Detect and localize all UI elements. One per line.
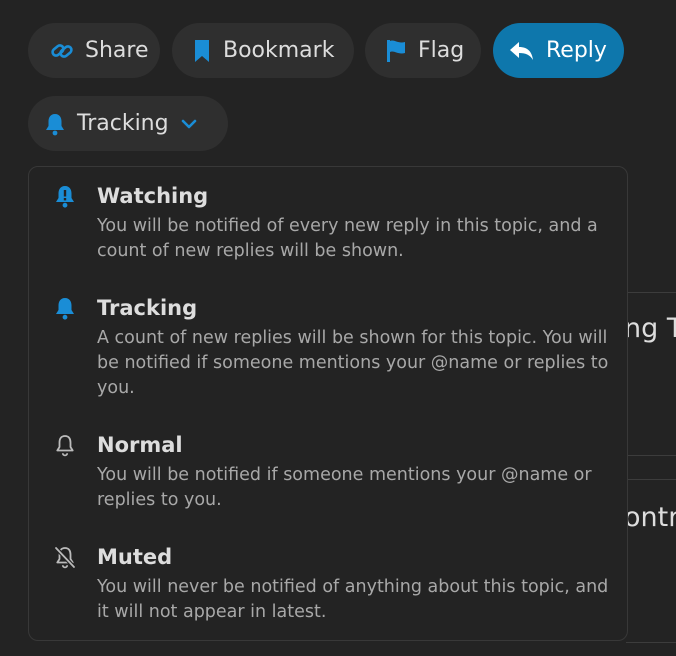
flag-button[interactable]: Flag — [365, 23, 481, 78]
option-description: You will be notified if someone mentions… — [97, 465, 592, 510]
notification-level-label: Tracking — [77, 111, 169, 136]
bell-exclamation-icon — [56, 186, 74, 208]
option-title: Watching — [97, 184, 209, 208]
bookmark-icon — [195, 39, 209, 62]
option-description: You will never be notified of anything a… — [97, 577, 609, 622]
option-title: Normal — [97, 433, 183, 457]
link-icon — [51, 43, 73, 58]
divider — [626, 479, 676, 480]
divider — [626, 292, 676, 293]
reply-icon — [510, 41, 533, 60]
divider — [626, 642, 676, 643]
menu-option-tracking[interactable]: Tracking A count of new replies will be … — [29, 279, 627, 417]
share-label: Share — [85, 38, 149, 63]
background-topic-title: ng T — [624, 313, 676, 344]
menu-option-normal[interactable]: Normal You will be notified if someone m… — [29, 416, 627, 528]
flag-icon — [387, 39, 405, 62]
option-title: Tracking — [97, 296, 198, 320]
flag-label: Flag — [418, 38, 465, 63]
bookmark-button[interactable]: Bookmark — [172, 23, 354, 78]
bell-outline-icon — [56, 435, 74, 457]
option-title: Muted — [97, 545, 173, 569]
share-button[interactable]: Share — [28, 23, 160, 78]
option-description: A count of new replies will be shown for… — [97, 328, 609, 398]
notification-level-menu: Watching You will be notified of every n… — [28, 166, 628, 641]
reply-label: Reply — [546, 38, 607, 63]
background-topic-text: ontr — [624, 502, 676, 533]
reply-button[interactable]: Reply — [493, 23, 624, 78]
option-description: You will be notified of every new reply … — [97, 216, 598, 261]
bell-slash-icon — [54, 546, 76, 569]
bookmark-label: Bookmark — [223, 38, 335, 63]
notification-level-button[interactable]: Tracking — [28, 96, 228, 151]
divider — [626, 455, 676, 456]
bell-filled-icon — [46, 113, 64, 135]
menu-option-watching[interactable]: Watching You will be notified of every n… — [29, 167, 627, 279]
menu-option-muted[interactable]: Muted You will never be notified of anyt… — [29, 528, 627, 640]
chevron-down-icon — [181, 119, 196, 128]
bell-filled-icon — [56, 298, 74, 320]
